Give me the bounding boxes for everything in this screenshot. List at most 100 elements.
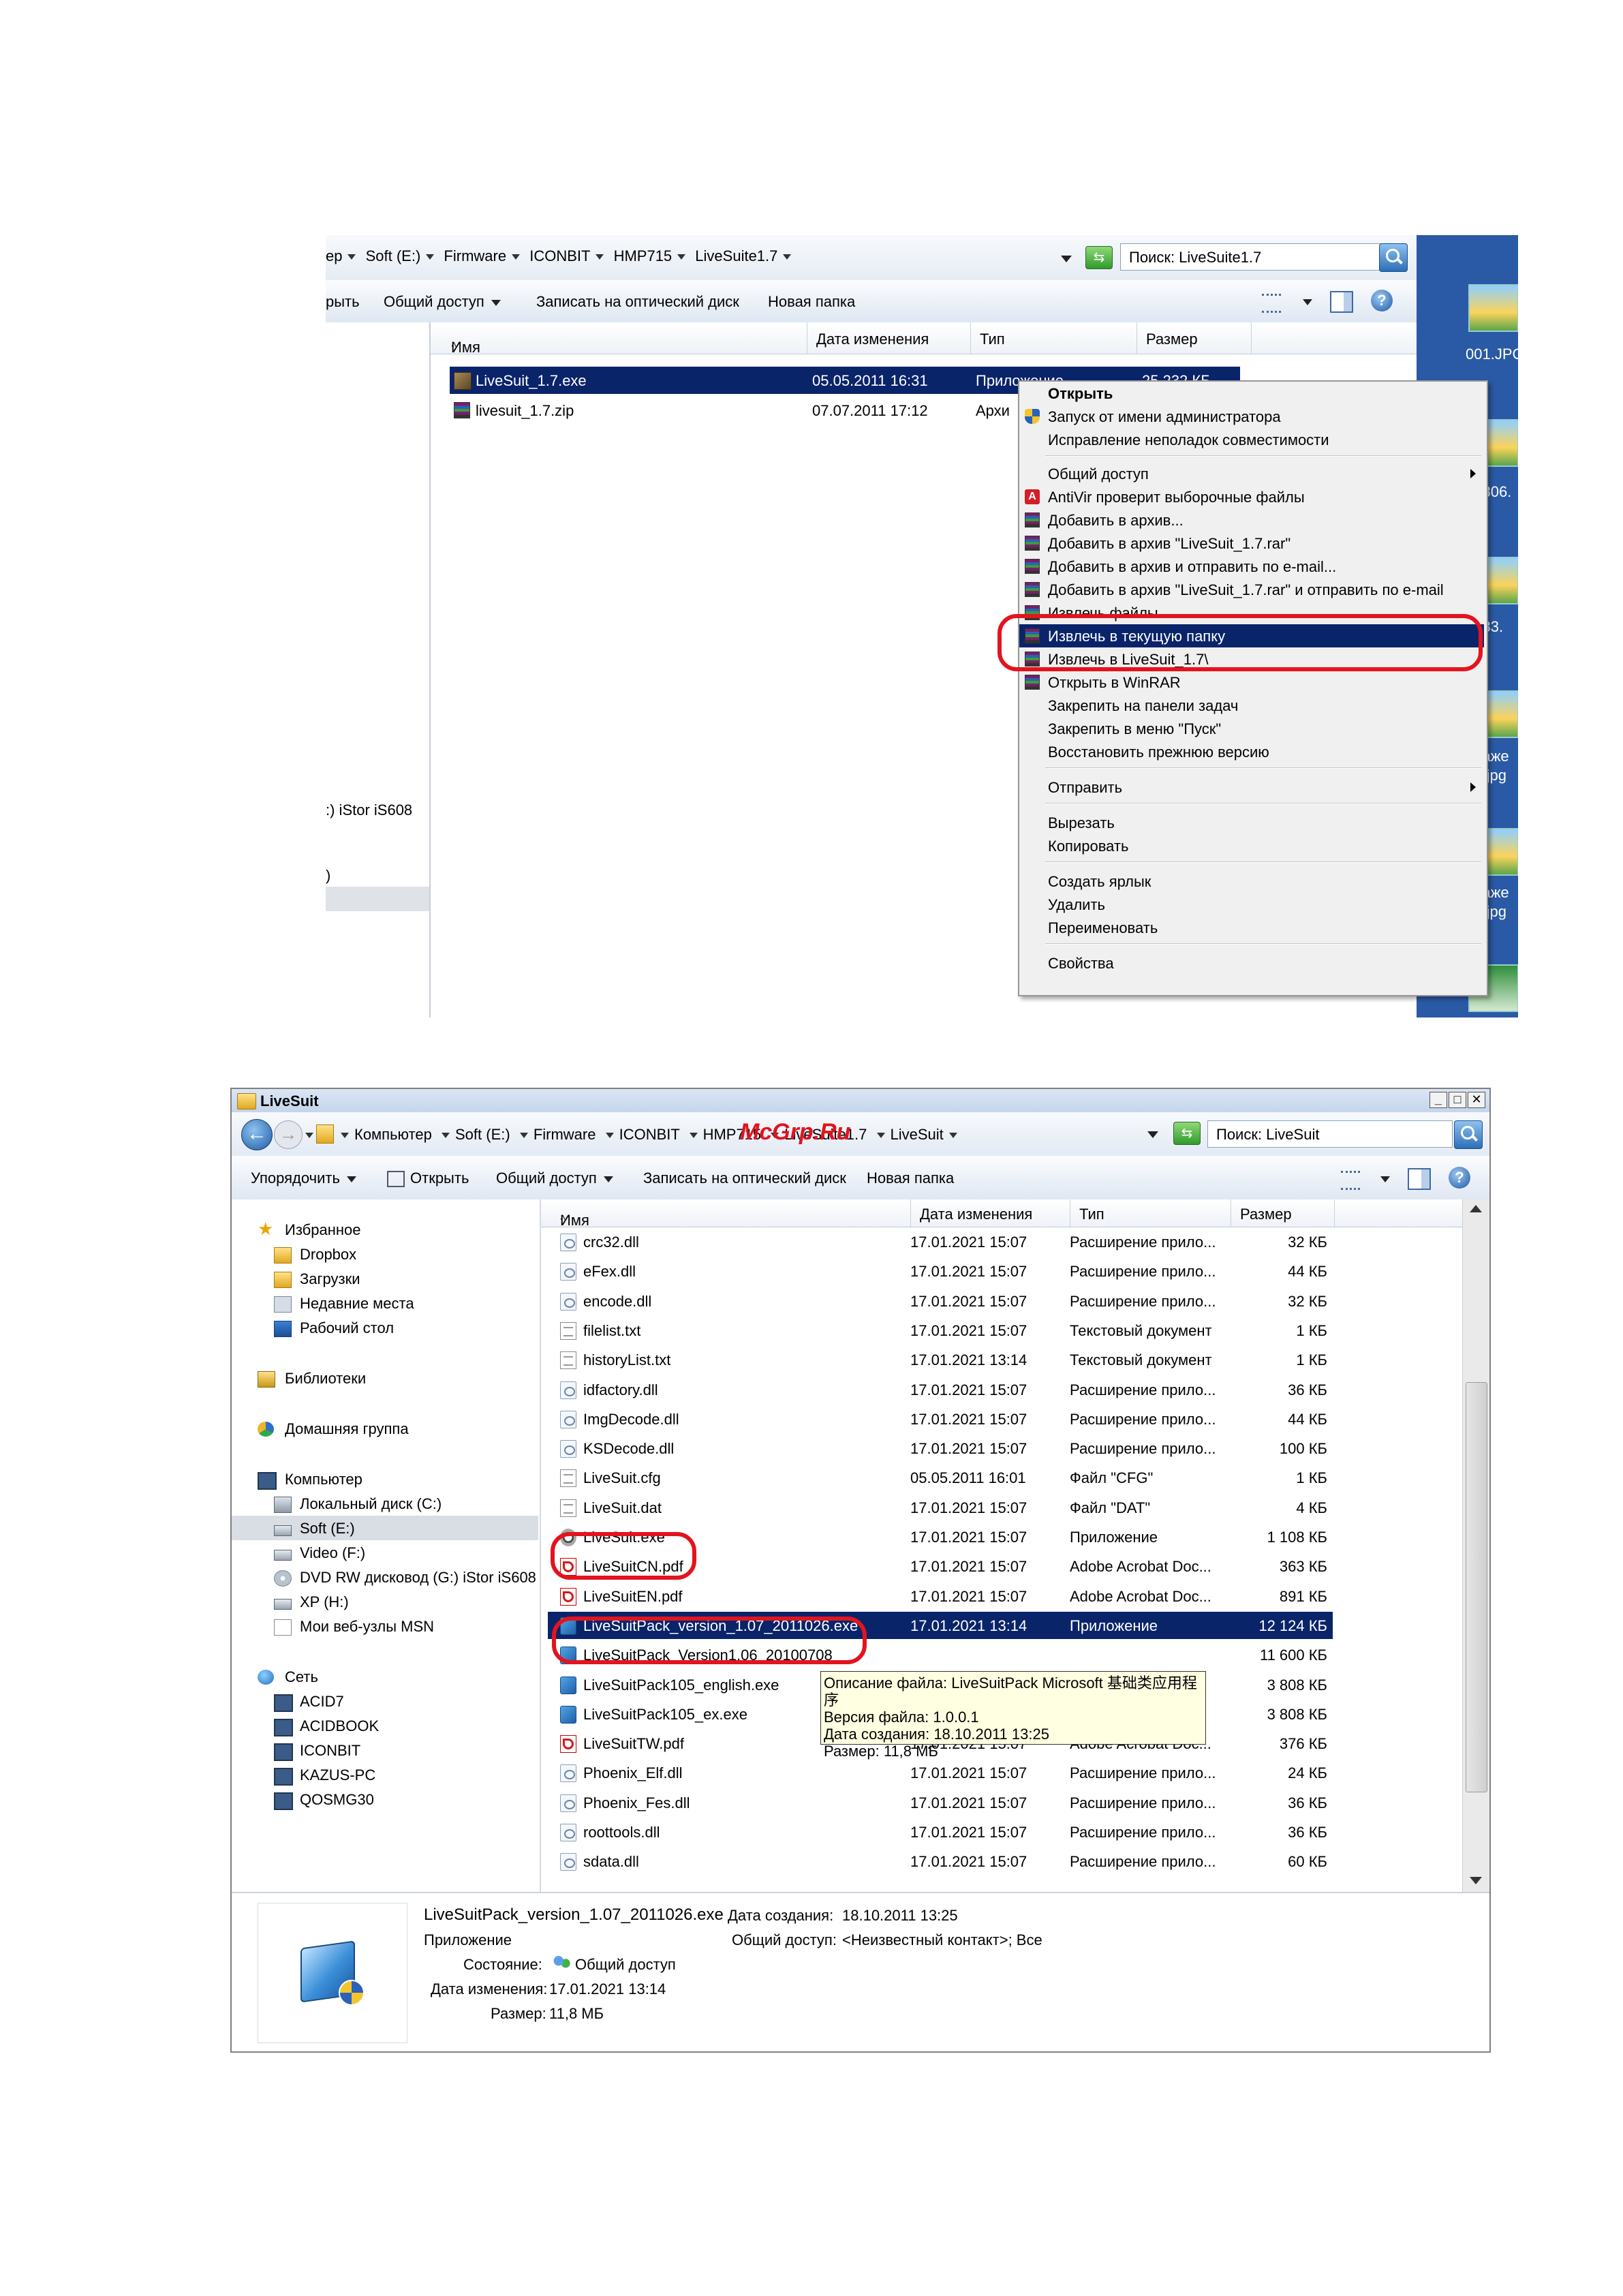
- nav-item-selected[interactable]: [326, 887, 429, 911]
- file-row[interactable]: ImgDecode.dll 17.01.2021 15:07 Расширение …: [548, 1405, 1333, 1433]
- menu-item-create-shortcut[interactable]: Создать ярлык: [1019, 870, 1484, 893]
- view-options-icon[interactable]: [1341, 1171, 1360, 1190]
- breadcrumb-item[interactable]: Firmware: [444, 247, 506, 264]
- file-row[interactable]: Phoenix_Elf.dll 17.01.2021 15:07 Расширени…: [548, 1759, 1333, 1786]
- file-row[interactable]: sdata.dll 17.01.2021 15:07 Расширение прил…: [548, 1848, 1333, 1875]
- menu-item-share[interactable]: Общий доступ: [1019, 462, 1484, 485]
- chevron-down-icon[interactable]: [347, 254, 356, 260]
- burn-button[interactable]: Записать на оптический диск: [536, 293, 739, 311]
- preview-pane-icon[interactable]: [1330, 291, 1353, 313]
- breadcrumb-item[interactable]: ер: [326, 247, 342, 264]
- refresh-icon[interactable]: ⇆: [1173, 1122, 1201, 1145]
- file-row[interactable]: LiveSuit.cfg 05.05.2011 16:01 Файл "CFG" 1 …: [548, 1464, 1333, 1491]
- open-button[interactable]: Открыть: [387, 1169, 469, 1188]
- file-row[interactable]: encode.dll 17.01.2021 15:07 Расширение при…: [548, 1287, 1333, 1315]
- file-row[interactable]: KSDecode.dll 17.01.2021 15:07 Расширение п…: [548, 1435, 1333, 1462]
- new-folder-button[interactable]: Новая папка: [768, 293, 855, 311]
- back-icon[interactable]: ←: [241, 1119, 273, 1150]
- breadcrumb-item[interactable]: ICONBIT: [619, 1126, 680, 1143]
- close-icon[interactable]: ✕: [1468, 1092, 1485, 1108]
- file-row[interactable]: eFex.dll 17.01.2021 15:07 Расширение прило…: [548, 1257, 1333, 1285]
- chevron-down-icon[interactable]: [677, 254, 686, 260]
- chevron-down-icon[interactable]: [512, 254, 521, 260]
- chevron-down-icon[interactable]: [876, 1133, 885, 1139]
- vertical-scrollbar[interactable]: [1462, 1199, 1489, 1892]
- chevron-down-icon[interactable]: [596, 254, 604, 260]
- column-type[interactable]: Тип: [1079, 1206, 1104, 1223]
- share-button[interactable]: Общий доступ: [384, 293, 501, 311]
- menu-item-pin-start[interactable]: Закрепить в меню "Пуск": [1019, 717, 1484, 740]
- menu-item-cut[interactable]: Вырезать: [1019, 811, 1484, 834]
- column-size[interactable]: Размер: [1146, 331, 1198, 348]
- menu-item-properties[interactable]: Свойства: [1019, 951, 1484, 975]
- file-row[interactable]: LiveSuit.dat 17.01.2021 15:07 Файл "DAT" 4 …: [548, 1494, 1333, 1521]
- help-icon[interactable]: ?: [1371, 290, 1393, 311]
- menu-item-run-as-admin[interactable]: Запуск от имени администратора: [1019, 405, 1484, 428]
- history-dropdown-icon[interactable]: [1061, 256, 1072, 262]
- scroll-up-icon[interactable]: [1470, 1205, 1482, 1212]
- breadcrumb-item[interactable]: HMP715: [614, 247, 673, 264]
- chevron-down-icon[interactable]: [519, 1133, 528, 1139]
- chevron-down-icon[interactable]: [1303, 299, 1312, 305]
- breadcrumb-item[interactable]: Soft (E:): [455, 1126, 510, 1143]
- column-size[interactable]: Размер: [1240, 1206, 1292, 1223]
- file-row[interactable]: LiveSuitEN.pdf 17.01.2021 15:07 Adobe Acro…: [548, 1582, 1333, 1610]
- column-date[interactable]: Дата изменения: [920, 1206, 1032, 1223]
- maximize-icon[interactable]: □: [1449, 1092, 1466, 1108]
- breadcrumb-item[interactable]: LiveSuite1.7: [695, 247, 777, 264]
- breadcrumb[interactable]: Компьютер Soft (E:) Firmware ICONBIT HMP…: [335, 1126, 963, 1144]
- search-icon[interactable]: [1454, 1120, 1483, 1149]
- file-row[interactable]: idfactory.dll 17.01.2021 15:07 Расширение …: [548, 1376, 1333, 1403]
- menu-item-delete[interactable]: Удалить: [1019, 893, 1484, 916]
- menu-item-antivir[interactable]: A AntiVir проверит выборочные файлы: [1019, 485, 1484, 508]
- breadcrumb-item[interactable]: Soft (E:): [366, 247, 421, 264]
- help-icon[interactable]: ?: [1449, 1167, 1470, 1189]
- scroll-down-icon[interactable]: [1470, 1877, 1482, 1884]
- nav-item-dvd[interactable]: :) iStor iS608: [326, 801, 412, 819]
- menu-item-copy[interactable]: Копировать: [1019, 834, 1484, 857]
- file-row[interactable]: Phoenix_Fes.dll 17.01.2021 15:07 Расширени…: [548, 1789, 1333, 1816]
- search-icon[interactable]: [1379, 243, 1408, 272]
- refresh-icon[interactable]: ⇆: [1085, 246, 1113, 269]
- chevron-down-icon[interactable]: [305, 1133, 313, 1138]
- menu-item-open-winrar[interactable]: Открыть в WinRAR: [1019, 671, 1484, 694]
- menu-item-add-rar-email[interactable]: Добавить в архив "LiveSuit_1.7.rar" и от…: [1019, 578, 1484, 601]
- new-folder-button[interactable]: Новая папка: [867, 1169, 954, 1187]
- menu-item-send-to[interactable]: Отправить: [1019, 776, 1484, 799]
- history-dropdown-icon[interactable]: [1147, 1131, 1158, 1138]
- nav-item[interactable]: ): [326, 867, 330, 885]
- preview-pane-icon[interactable]: [1408, 1168, 1431, 1190]
- menu-item-add-rar[interactable]: Добавить в архив "LiveSuit_1.7.rar": [1019, 532, 1484, 555]
- chevron-down-icon[interactable]: [426, 254, 435, 260]
- breadcrumb-item[interactable]: ICONBIT: [529, 247, 590, 264]
- file-row[interactable]: historyList.txt 17.01.2021 13:14 Текстовый…: [548, 1346, 1333, 1373]
- forward-icon[interactable]: →: [274, 1120, 303, 1149]
- chevron-down-icon[interactable]: [783, 254, 792, 260]
- view-options-icon[interactable]: [1262, 294, 1281, 313]
- share-button[interactable]: Общий доступ: [496, 1169, 613, 1187]
- menu-item-pin-taskbar[interactable]: Закрепить на панели задач: [1019, 694, 1484, 717]
- burn-button[interactable]: Записать на оптический диск: [643, 1169, 846, 1187]
- breadcrumb-item[interactable]: Компьютер: [354, 1126, 432, 1143]
- organize-button[interactable]: Упорядочить: [251, 1169, 356, 1187]
- file-row[interactable]: roottools.dll 17.01.2021 15:07 Расширение …: [548, 1818, 1333, 1846]
- scrollbar-thumb[interactable]: [1466, 1382, 1487, 1792]
- menu-item-troubleshoot[interactable]: Исправление неполадок совместимости: [1019, 428, 1484, 451]
- image-file-icon[interactable]: [1468, 284, 1518, 332]
- chevron-down-icon[interactable]: [605, 1133, 614, 1139]
- search-input[interactable]: Поиск: LiveSuite1.7: [1120, 243, 1393, 271]
- breadcrumb[interactable]: ер Soft (E:) Firmware ICONBIT HMP715 Liv…: [326, 247, 797, 265]
- file-row[interactable]: livesuit_1.7.zip 07.07.2011 17:12 Архи: [450, 397, 1010, 424]
- menu-item-rename[interactable]: Переименовать: [1019, 916, 1484, 939]
- menu-item-add-email[interactable]: Добавить в архив и отправить по e-mail..…: [1019, 555, 1484, 578]
- column-type[interactable]: Тип: [980, 331, 1005, 348]
- menu-item-add-archive[interactable]: Добавить в архив...: [1019, 508, 1484, 532]
- file-row[interactable]: filelist.txt 17.01.2021 15:07 Текстовый до…: [548, 1317, 1333, 1344]
- chevron-down-icon[interactable]: [1380, 1176, 1390, 1182]
- column-date[interactable]: Дата изменения: [816, 331, 929, 348]
- menu-item-restore[interactable]: Восстановить прежнюю версию: [1019, 740, 1484, 763]
- breadcrumb-item[interactable]: LiveSuit: [891, 1126, 944, 1143]
- file-row[interactable]: crc32.dll 17.01.2021 15:07 Расширение прил…: [548, 1228, 1333, 1255]
- chevron-down-icon[interactable]: [442, 1133, 450, 1139]
- chevron-down-icon[interactable]: [689, 1133, 698, 1139]
